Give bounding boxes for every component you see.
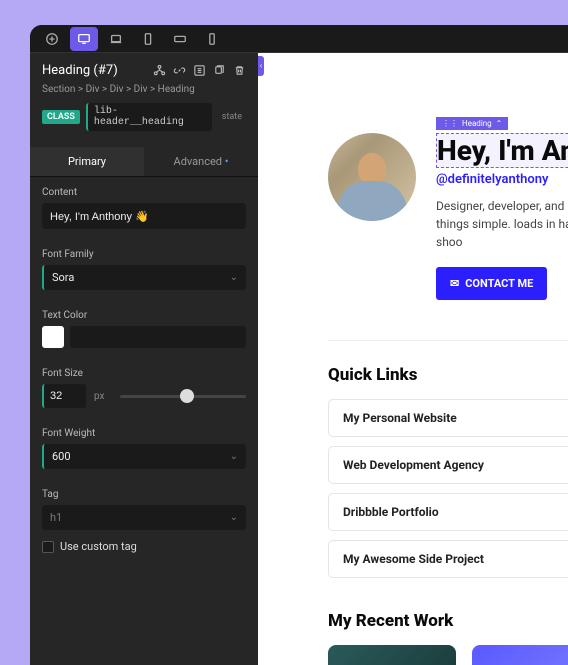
work-card[interactable] (472, 645, 568, 665)
add-icon[interactable] (38, 27, 66, 51)
hero-bio: Designer, developer, and all love to kee… (436, 197, 568, 251)
divider (328, 340, 568, 341)
state-badge[interactable]: state (218, 110, 246, 124)
delete-icon[interactable] (232, 64, 246, 78)
hero-heading[interactable]: Hey, I'm Anthony (436, 133, 568, 168)
quick-link-item[interactable]: My Awesome Side Project (328, 540, 568, 578)
class-badge: CLASS (42, 110, 80, 124)
recent-work-title: My Recent Work (328, 611, 568, 631)
work-card[interactable] (328, 645, 456, 665)
text-color-label: Text Color (42, 310, 246, 321)
font-family-select[interactable]: Sora⌄ (42, 265, 246, 290)
device-mobile-icon[interactable] (198, 27, 226, 51)
device-tablet-landscape-icon[interactable] (166, 27, 194, 51)
chevron-down-icon: ⌄ (230, 272, 238, 283)
quick-link-item[interactable]: Dribbble Portfolio (328, 493, 568, 531)
font-size-label: Font Size (42, 368, 246, 379)
font-weight-select[interactable]: 600⌄ (42, 444, 246, 469)
tab-advanced[interactable]: Advanced • (144, 147, 258, 176)
tab-primary[interactable]: Primary (30, 147, 144, 176)
device-tablet-icon[interactable] (134, 27, 162, 51)
content-label: Content (42, 187, 246, 198)
avatar (328, 133, 416, 221)
hierarchy-icon[interactable] (152, 64, 166, 78)
settings-icon[interactable] (192, 64, 206, 78)
grip-icon: ⋮⋮ (442, 119, 458, 128)
chevron-down-icon: ⌄ (230, 451, 238, 462)
font-size-unit: px (94, 391, 112, 402)
custom-tag-label: Use custom tag (60, 540, 137, 553)
chevron-left-icon: ‹ (257, 56, 265, 76)
chevron-down-icon: ⌄ (230, 512, 238, 523)
device-laptop-icon[interactable] (102, 27, 130, 51)
device-desktop-icon[interactable] (70, 27, 98, 51)
font-weight-label: Font Weight (42, 428, 246, 439)
quick-link-item[interactable]: My Personal Website (328, 399, 568, 437)
properties-panel: Heading (#7) Section > Div > Div > Div >… (30, 53, 258, 665)
top-device-toolbar (30, 25, 568, 53)
color-swatch[interactable] (42, 326, 64, 348)
custom-tag-checkbox[interactable] (42, 541, 54, 553)
quick-links-title: Quick Links (328, 365, 568, 385)
content-input[interactable] (42, 203, 246, 229)
tag-label: Tag (42, 489, 246, 500)
chevron-up-icon: ⌃ (496, 119, 503, 128)
font-size-slider[interactable] (120, 386, 246, 406)
copy-icon[interactable] (212, 64, 226, 78)
slider-thumb[interactable] (180, 389, 194, 403)
mail-icon: ✉ (450, 277, 459, 290)
quick-link-item[interactable]: Web Development Agency (328, 446, 568, 484)
selection-badge[interactable]: ⋮⋮ Heading ⌃ (436, 117, 508, 130)
font-size-input[interactable] (42, 384, 86, 408)
font-family-label: Font Family (42, 249, 246, 260)
breadcrumb[interactable]: Section > Div > Div > Div > Heading (42, 84, 246, 95)
link-icon[interactable] (172, 64, 186, 78)
color-field[interactable] (70, 326, 246, 348)
tag-select[interactable]: h1⌄ (42, 505, 246, 530)
class-name-field[interactable]: lib-header__heading (86, 103, 212, 131)
contact-button[interactable]: ✉ CONTACT ME (436, 267, 547, 300)
panel-title: Heading (#7) (42, 63, 118, 78)
hero-handle[interactable]: @definitelyanthony (436, 172, 568, 187)
canvas-preview: ‹ ⋮⋮ Heading ⌃ Hey, I'm Anthony @definit… (258, 53, 568, 665)
